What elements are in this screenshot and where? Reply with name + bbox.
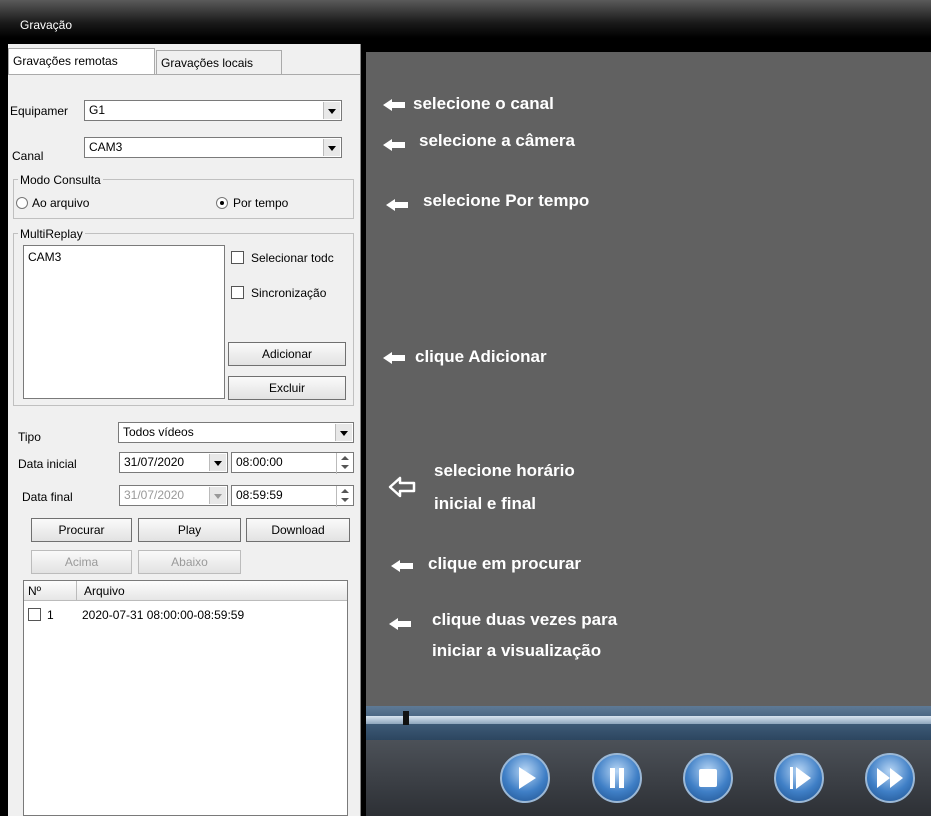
start-time-field[interactable]: 08:00:00 xyxy=(231,452,354,474)
annotation-click-add: clique Adicionar xyxy=(415,347,547,366)
tab-local-recordings[interactable]: Gravações locais xyxy=(156,50,282,74)
list-item[interactable]: CAM3 xyxy=(28,250,61,264)
add-button[interactable]: Adicionar xyxy=(228,342,346,366)
tab-remote-recordings[interactable]: Gravações remotas xyxy=(8,48,155,74)
delete-button[interactable]: Excluir xyxy=(228,376,346,400)
radio-by-file-label: Ao arquivo xyxy=(32,196,90,210)
annotation-select-channel: selecione o canal xyxy=(413,94,554,113)
type-select[interactable]: Todos vídeos xyxy=(118,422,354,443)
arrow-left-outline-icon xyxy=(388,476,416,498)
table-row[interactable]: 1 2020-07-31 08:00:00-08:59:59 xyxy=(24,603,347,623)
arrow-left-icon xyxy=(383,99,405,111)
row-checkbox[interactable] xyxy=(28,608,41,621)
title-bar: Gravação xyxy=(0,0,931,38)
step-forward-icon[interactable] xyxy=(774,753,824,803)
chevron-down-icon[interactable] xyxy=(323,139,340,156)
start-date-picker[interactable]: 31/07/2020 xyxy=(119,452,228,473)
file-table: Nº Arquivo 1 2020-07-31 08:00:00-08:59:5… xyxy=(23,580,348,816)
chevron-down-icon xyxy=(209,487,226,504)
annotation-select-time-1: selecione horário xyxy=(434,461,575,480)
end-time-field[interactable]: 08:59:59 xyxy=(231,485,354,507)
arrow-left-icon xyxy=(383,139,405,151)
table-header: Nº Arquivo xyxy=(24,581,347,601)
play-button[interactable]: Play xyxy=(138,518,241,542)
annotation-double-click-2: iniciar a visualização xyxy=(432,641,602,660)
stop-icon[interactable] xyxy=(683,753,733,803)
sync-label: Sincronização xyxy=(251,286,327,300)
annotation-select-camera: selecione a câmera xyxy=(419,131,575,150)
query-mode-title: Modo Consulta xyxy=(18,173,103,187)
annotation-select-by-time: selecione Por tempo xyxy=(423,191,590,210)
column-header-file[interactable]: Arquivo xyxy=(84,584,125,598)
search-button[interactable]: Procurar xyxy=(31,518,132,542)
type-label: Tipo xyxy=(18,430,41,444)
start-date-label: Data inicial xyxy=(18,457,77,471)
play-icon[interactable] xyxy=(500,753,550,803)
multireplay-title: MultiReplay xyxy=(18,227,85,241)
channel-value: CAM3 xyxy=(89,140,123,154)
annotation-click-search: clique em procurar xyxy=(428,554,582,573)
channel-label: Canal xyxy=(12,149,44,163)
end-time-spinner[interactable] xyxy=(336,486,353,507)
end-date-picker: 31/07/2020 xyxy=(119,485,228,506)
annotation-double-click-1: clique duas vezes para xyxy=(432,610,618,629)
start-date-value: 31/07/2020 xyxy=(124,455,185,469)
annotation-select-time-2: inicial e final xyxy=(434,494,537,513)
pause-icon[interactable] xyxy=(592,753,642,803)
window-title: Gravação xyxy=(20,18,73,32)
seek-handle[interactable] xyxy=(403,711,409,725)
channel-select[interactable]: CAM3 xyxy=(84,137,342,158)
tab-divider xyxy=(8,74,360,75)
playback-controls xyxy=(366,740,931,816)
chevron-down-icon[interactable] xyxy=(335,424,352,441)
up-button: Acima xyxy=(31,550,132,574)
end-time-value: 08:59:59 xyxy=(236,488,283,502)
seek-bar[interactable] xyxy=(366,716,931,724)
type-value: Todos vídeos xyxy=(123,425,194,439)
arrow-left-icon xyxy=(383,352,405,364)
download-button[interactable]: Download xyxy=(246,518,350,542)
start-time-spinner[interactable] xyxy=(336,453,353,474)
radio-by-time-label: Por tempo xyxy=(233,196,289,210)
device-label: Equipamer xyxy=(10,104,69,118)
column-header-num[interactable]: Nº xyxy=(28,584,41,598)
chevron-down-icon[interactable] xyxy=(209,454,226,471)
radio-by-file[interactable] xyxy=(16,197,28,209)
arrow-left-icon xyxy=(386,199,408,211)
device-select[interactable]: G1 xyxy=(84,100,342,121)
chevron-down-icon[interactable] xyxy=(323,102,340,119)
select-all-label: Selecionar todc xyxy=(251,251,334,265)
end-date-value: 31/07/2020 xyxy=(124,488,185,502)
device-value: G1 xyxy=(89,103,106,117)
start-time-value: 08:00:00 xyxy=(236,455,283,469)
row-number: 1 xyxy=(47,608,54,622)
end-date-label: Data final xyxy=(22,490,73,504)
sync-checkbox[interactable] xyxy=(231,286,244,299)
fast-forward-icon[interactable] xyxy=(865,753,915,803)
column-divider xyxy=(76,581,77,600)
radio-by-time[interactable] xyxy=(216,197,228,209)
arrow-left-icon xyxy=(391,560,413,572)
row-file[interactable]: 2020-07-31 08:00:00-08:59:59 xyxy=(82,608,244,622)
select-all-checkbox[interactable] xyxy=(231,251,244,264)
arrow-left-icon xyxy=(389,618,411,630)
multireplay-list[interactable]: CAM3 xyxy=(23,245,225,399)
down-button: Abaixo xyxy=(138,550,241,574)
